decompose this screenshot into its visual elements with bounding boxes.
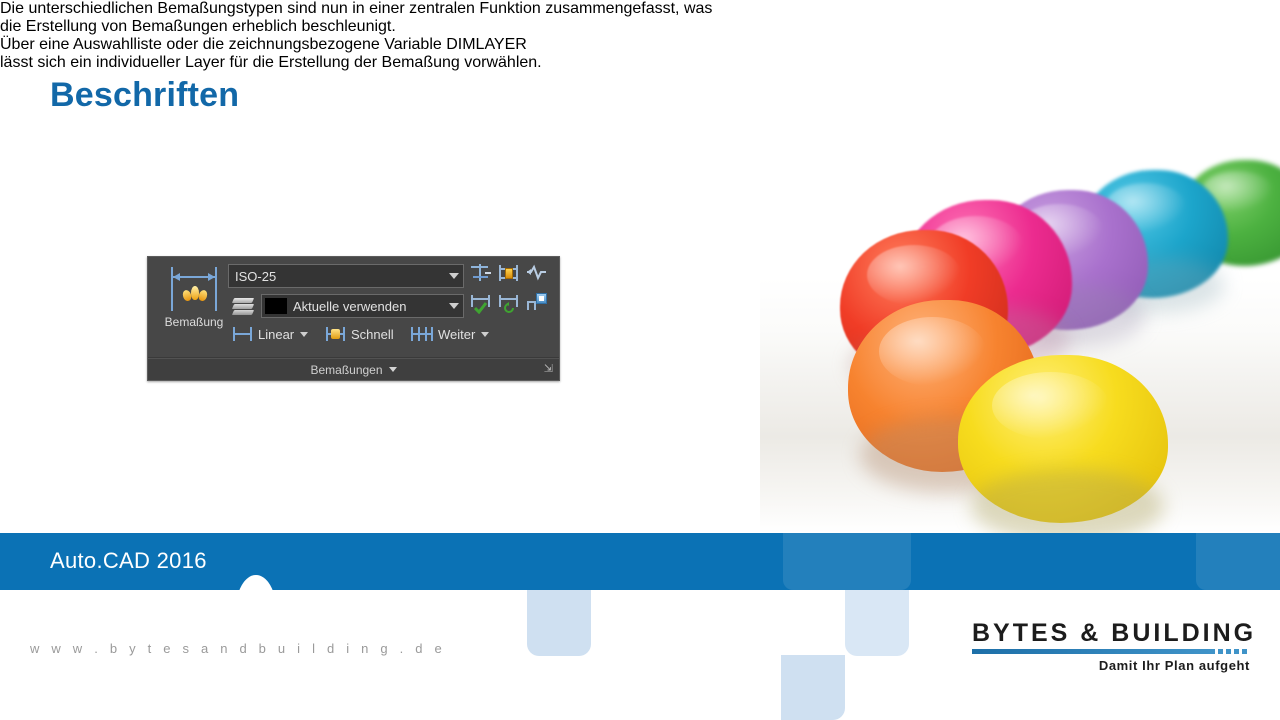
dialog-launcher-icon[interactable]: ⇲	[544, 363, 553, 375]
footer-bar-title: Auto.CAD 2016	[50, 548, 207, 573]
continue-dimension-icon	[410, 327, 434, 341]
dimension-update-icon[interactable]	[498, 293, 520, 315]
dimension-style-value: ISO-25	[235, 268, 277, 284]
ribbon-button-schnell[interactable]: Schnell	[325, 323, 394, 345]
company-logo-rule	[972, 649, 1250, 654]
check-glyph	[474, 302, 487, 314]
layer-color-swatch[interactable]	[265, 298, 287, 314]
ribbon-button-weiter-label: Weiter	[438, 326, 476, 342]
dimension-break-icon[interactable]	[470, 263, 492, 285]
bar-accent-block-2	[960, 533, 1088, 590]
page-title: Beschriften	[50, 76, 240, 114]
dimension-inspect-icon[interactable]	[498, 263, 520, 285]
dimension-style-combobox[interactable]: ISO-25	[228, 264, 464, 288]
autocad-ribbon-panel: Bemaßung ISO-25 Aktuelle verwenden Linea…	[147, 256, 560, 381]
decorative-square-2	[781, 655, 845, 720]
slide-canvas: Beschriften Die unterschiedlichen Bemaßu…	[0, 0, 1280, 720]
bar-notch-decoration	[236, 573, 276, 592]
decorative-square-3	[845, 590, 909, 656]
bar-accent-block-3	[1196, 533, 1280, 590]
ribbon-button-schnell-label: Schnell	[351, 326, 394, 342]
linear-dimension-icon	[232, 327, 254, 341]
dimension-continue-check-icon[interactable]	[470, 293, 492, 315]
quick-dimension-icon	[325, 327, 347, 341]
ribbon-button-linear[interactable]: Linear	[232, 323, 309, 345]
jog-glyph	[527, 264, 546, 281]
company-logo-tagline: Damit Ihr Plan aufgeht	[1098, 658, 1250, 673]
ribbon-panel-body: Bemaßung ISO-25 Aktuelle verwenden Linea…	[148, 257, 559, 358]
chevron-down-icon[interactable]	[445, 265, 463, 287]
clay-ball-yellow	[958, 355, 1168, 533]
ribbon-dimension-button-label: Bemaßung	[164, 315, 224, 329]
ribbon-panel-title-label: Bemaßungen	[310, 362, 383, 377]
chevron-down-icon[interactable]	[388, 367, 397, 372]
dimension-layer-value: Aktuelle verwenden	[293, 298, 407, 314]
chevron-down-icon[interactable]	[481, 331, 490, 337]
ribbon-panel-title-bar[interactable]: Bemaßungen ⇲	[148, 358, 559, 380]
ribbon-button-linear-label: Linear	[258, 326, 295, 342]
dimension-jogged-icon[interactable]	[526, 263, 548, 285]
company-logo-name: BYTES & BUILDING	[972, 619, 1257, 647]
company-logo: BYTES & BUILDING Damit Ihr Plan aufgeht	[972, 619, 1257, 673]
footer-website-url: w w w . b y t e s a n d b u i l d i n g …	[30, 641, 446, 656]
layers-icon	[231, 297, 256, 317]
dimension-text-angle-icon[interactable]	[526, 293, 548, 315]
decorative-square-1	[527, 590, 591, 656]
company-logo-dots	[1210, 649, 1250, 654]
dimension-icon	[165, 267, 223, 313]
ribbon-dimension-button[interactable]: Bemaßung	[154, 263, 234, 341]
background-photo-clay-balls	[760, 0, 1280, 533]
ribbon-button-weiter[interactable]: Weiter	[410, 323, 490, 345]
chevron-down-icon[interactable]	[445, 295, 463, 317]
chevron-down-icon[interactable]	[300, 331, 309, 337]
refresh-glyph	[504, 302, 514, 313]
bar-accent-block-1	[783, 533, 911, 590]
dimension-layer-combobox[interactable]: Aktuelle verwenden	[261, 294, 464, 318]
